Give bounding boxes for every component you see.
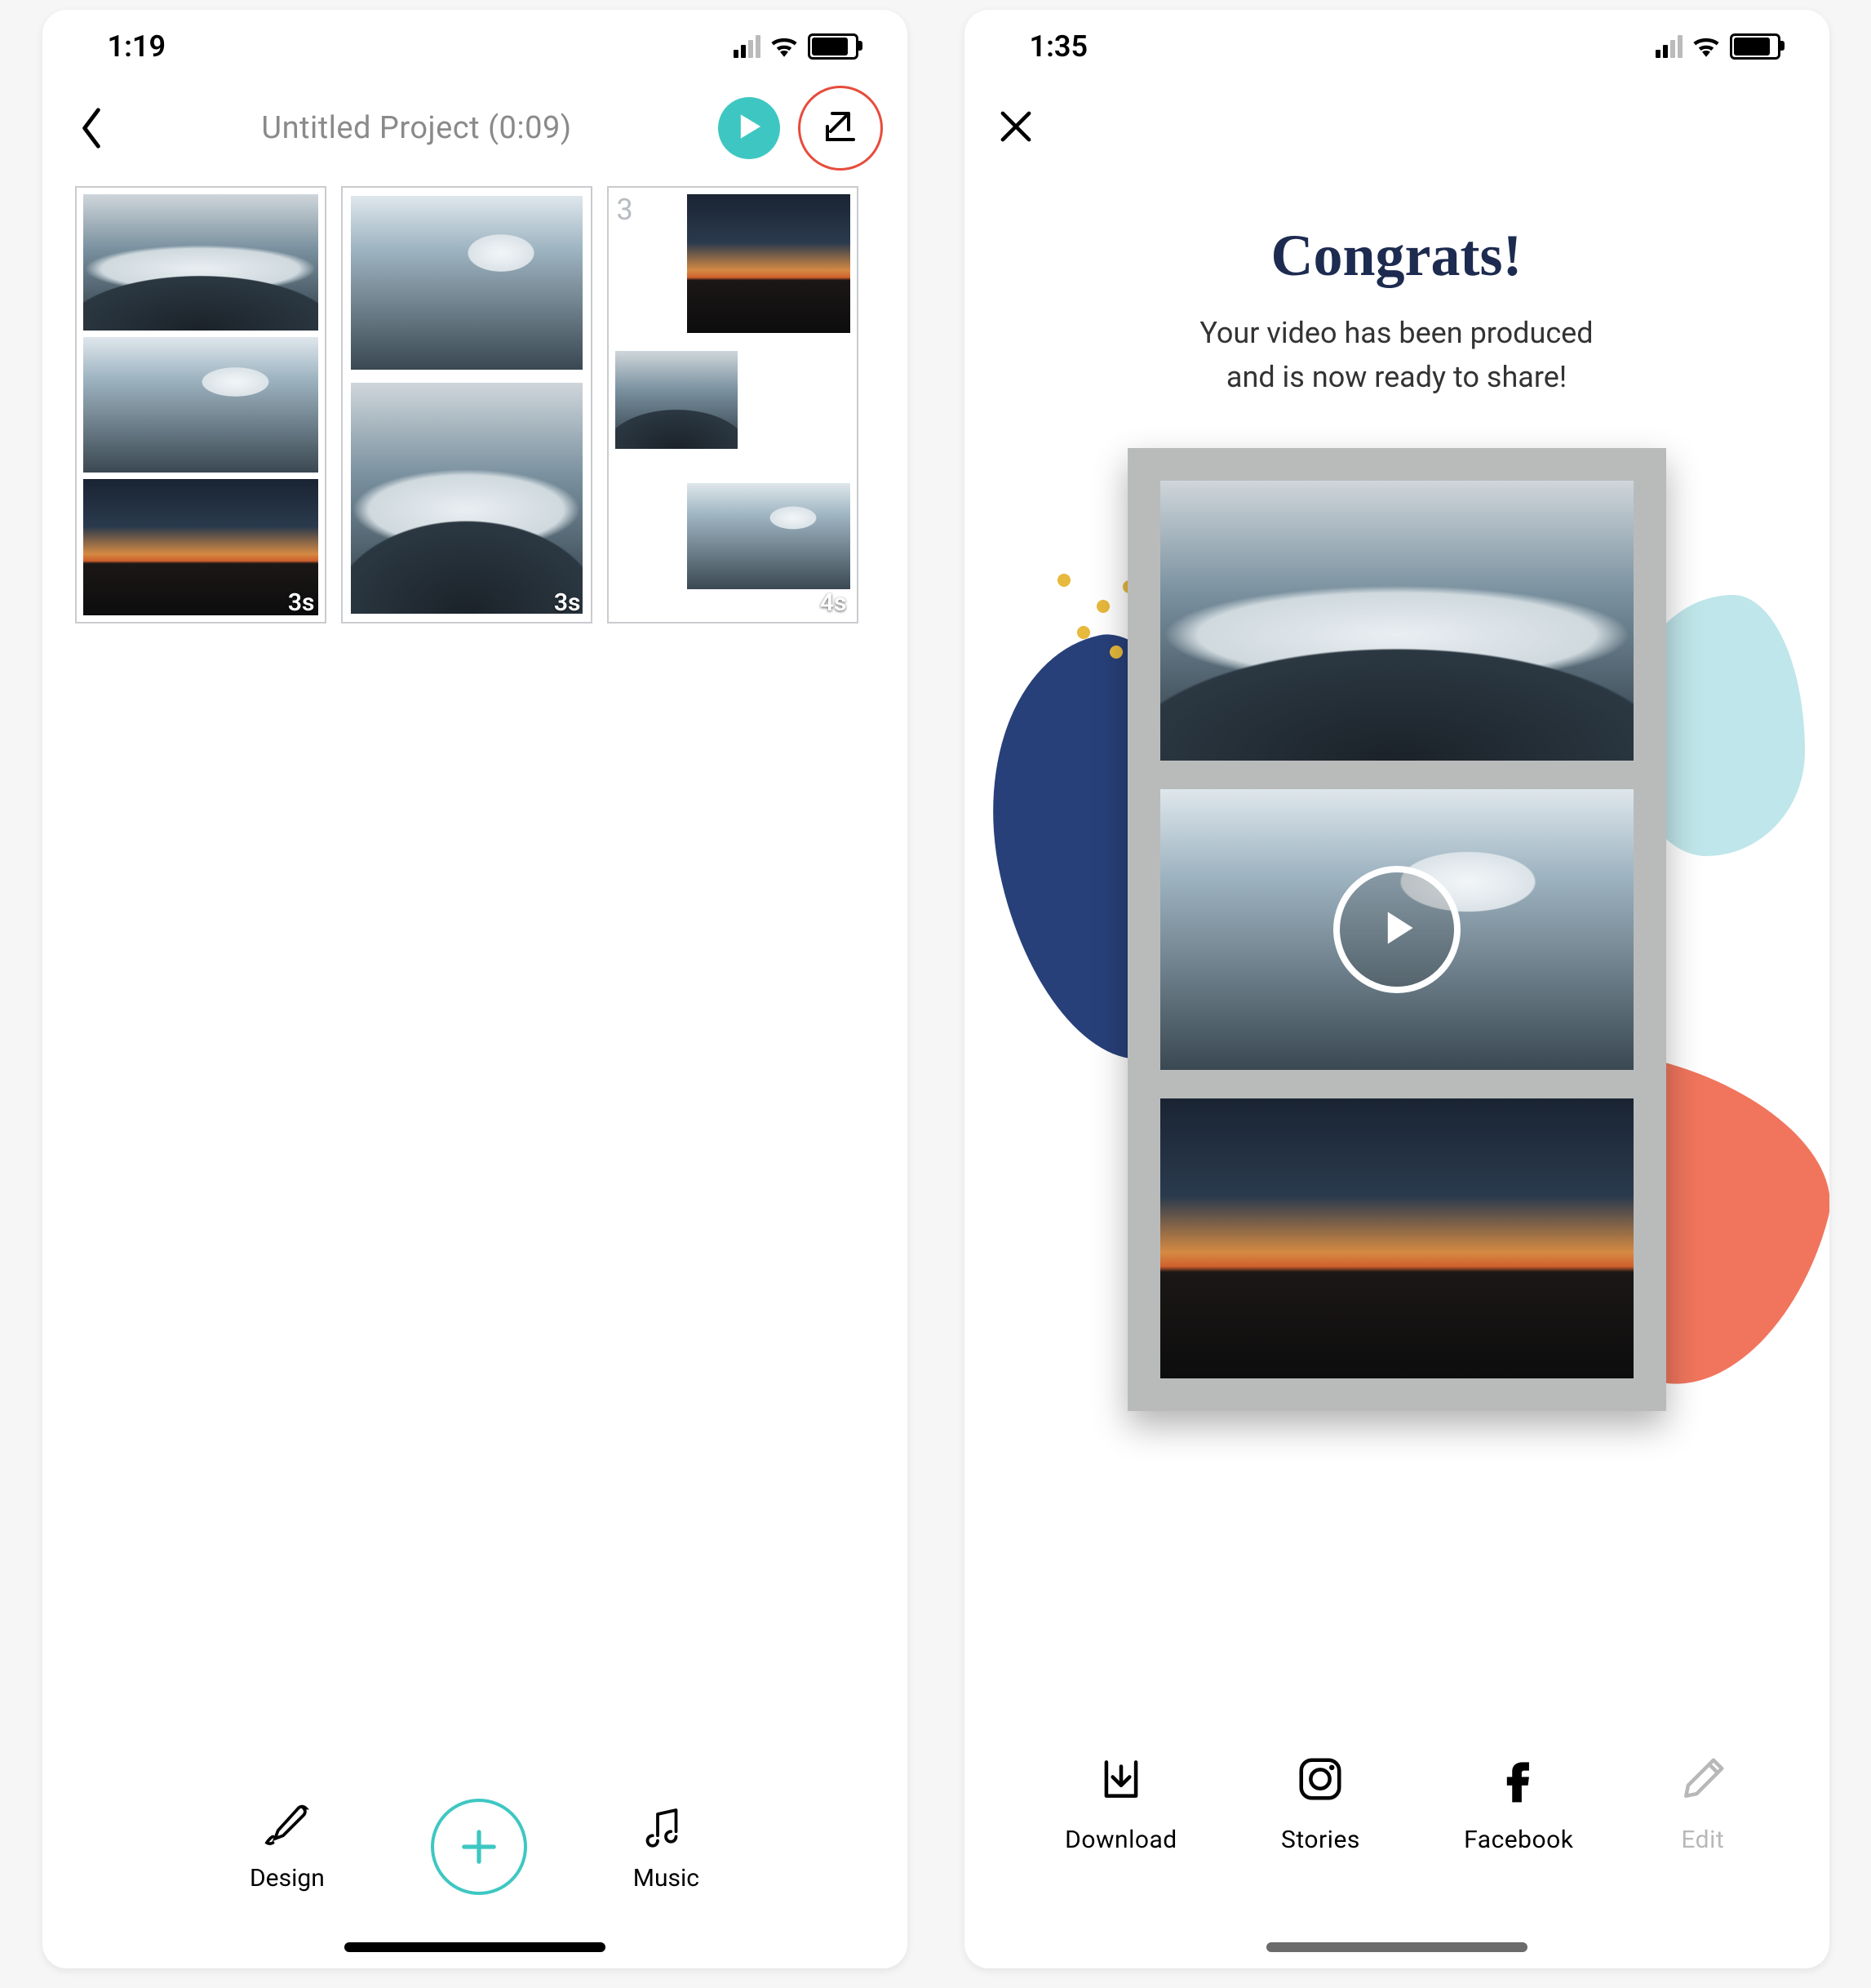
slide-image: [83, 194, 318, 331]
slide-thumbnail[interactable]: 3s: [341, 186, 592, 623]
cellular-signal-icon: [734, 35, 760, 58]
facebook-button[interactable]: Facebook: [1464, 1754, 1573, 1854]
slide-image: [83, 479, 318, 615]
slide-thumbnail[interactable]: 3 4s: [607, 186, 858, 623]
slide-image: [687, 194, 850, 333]
preview-image: [1160, 481, 1634, 761]
wifi-icon: [770, 36, 798, 57]
music-button[interactable]: Music: [633, 1802, 699, 1893]
editor-bottom-bar: Design Music: [42, 1799, 907, 1895]
cellular-signal-icon: [1656, 35, 1683, 58]
facebook-label: Facebook: [1464, 1826, 1573, 1854]
play-icon: [1374, 905, 1420, 954]
video-preview[interactable]: [1128, 448, 1666, 1411]
close-button[interactable]: [964, 83, 1829, 149]
slide-image: [83, 337, 318, 473]
preview-image: [1160, 1098, 1634, 1378]
play-button[interactable]: [718, 97, 780, 159]
download-icon: [1096, 1754, 1146, 1811]
share-bar: Download Stories Facebook Edit: [964, 1754, 1829, 1854]
slide-duration: 3s: [554, 588, 581, 617]
close-icon: [997, 133, 1035, 149]
congrats-subtitle: Your video has been produced and is now …: [964, 311, 1829, 399]
play-overlay-button[interactable]: [1333, 866, 1461, 993]
status-indicators: [1656, 33, 1780, 60]
share-screen: 1:35 Congrats! Your video has been produ…: [964, 10, 1829, 1968]
stories-button[interactable]: Stories: [1281, 1754, 1360, 1854]
congrats-header: Congrats! Your video has been produced a…: [964, 149, 1829, 399]
slide-image: [351, 383, 583, 614]
slide-thumbnail[interactable]: 3s: [75, 186, 326, 623]
slide-image: [351, 196, 583, 370]
plus-icon: [458, 1826, 500, 1868]
slide-index: 3: [617, 193, 633, 227]
export-icon: [821, 107, 860, 149]
battery-icon: [808, 33, 858, 60]
status-time: 1:19: [108, 29, 166, 64]
status-time: 1:35: [1030, 29, 1088, 64]
music-label: Music: [633, 1864, 699, 1893]
status-bar: 1:35: [964, 10, 1829, 83]
project-title[interactable]: Untitled Project (0:09): [116, 110, 718, 146]
download-label: Download: [1065, 1826, 1177, 1854]
editor-nav-bar: Untitled Project (0:09): [42, 83, 907, 173]
add-slide-button[interactable]: [431, 1799, 527, 1895]
instagram-icon: [1295, 1754, 1346, 1811]
slide-image: [615, 351, 738, 449]
edit-label: Edit: [1681, 1826, 1724, 1854]
design-label: Design: [250, 1864, 325, 1893]
play-icon: [735, 113, 763, 144]
slide-image: [687, 483, 850, 589]
status-bar: 1:19: [42, 10, 907, 83]
edit-button[interactable]: Edit: [1678, 1754, 1728, 1854]
slide-duration: 4s: [820, 588, 847, 617]
facebook-icon: [1493, 1754, 1544, 1811]
battery-icon: [1730, 33, 1780, 60]
home-indicator[interactable]: [1266, 1942, 1527, 1952]
export-button[interactable]: [798, 86, 883, 171]
music-note-icon: [641, 1802, 690, 1857]
back-button[interactable]: [67, 108, 116, 149]
wifi-icon: [1692, 36, 1720, 57]
home-indicator[interactable]: [344, 1942, 605, 1952]
slide-timeline[interactable]: 3s 3s 3 4s: [42, 173, 907, 623]
download-button[interactable]: Download: [1065, 1754, 1177, 1854]
stories-label: Stories: [1281, 1826, 1360, 1854]
editor-screen: 1:19 Untitled Project (0:09): [42, 10, 907, 1968]
pencil-icon: [1678, 1754, 1728, 1811]
status-indicators: [734, 33, 858, 60]
congrats-title: Congrats!: [964, 222, 1829, 290]
design-button[interactable]: Design: [250, 1802, 325, 1893]
preview-area: [964, 448, 1829, 1484]
brush-icon: [263, 1802, 312, 1857]
slide-duration: 3s: [288, 588, 315, 617]
